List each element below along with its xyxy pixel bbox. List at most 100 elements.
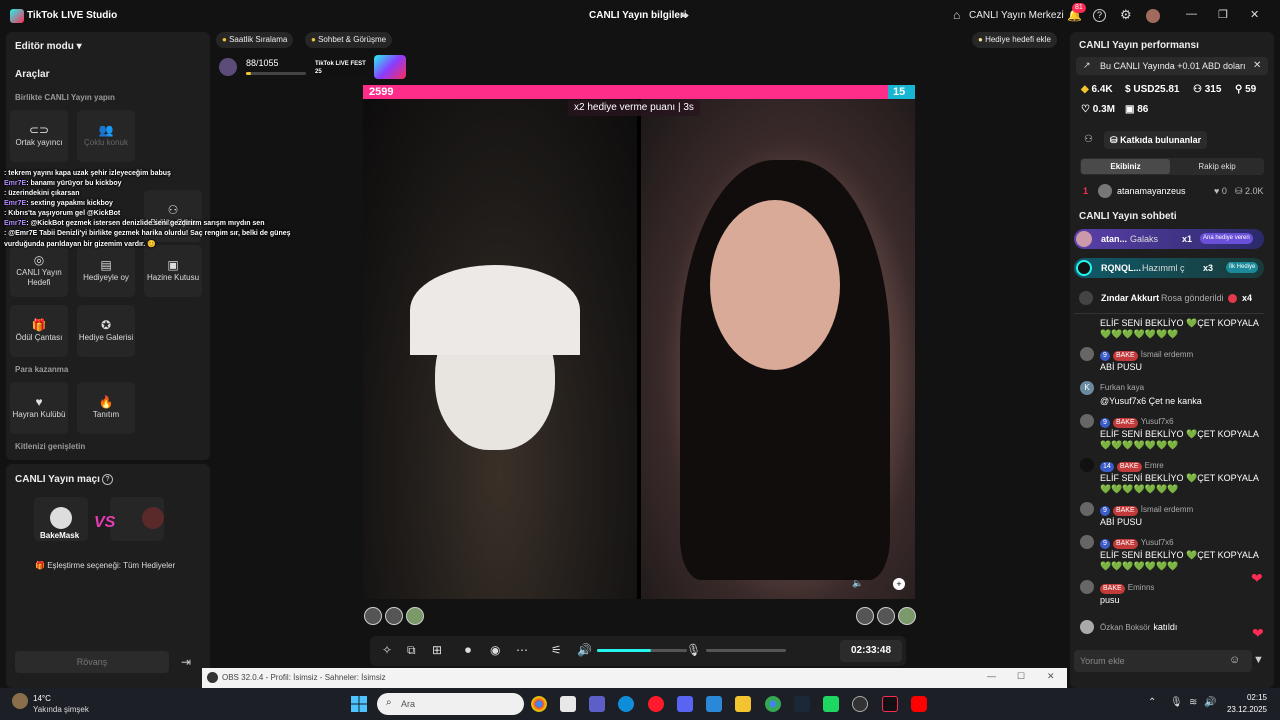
filter-icon[interactable]: ▼ bbox=[1253, 654, 1264, 666]
store-icon[interactable] bbox=[560, 696, 576, 712]
minimize-icon[interactable]: — bbox=[1186, 8, 1197, 20]
contributors-button[interactable]: ⛁ Katkıda bulunanlar bbox=[1104, 131, 1208, 149]
microphone-icon[interactable]: 🎙 bbox=[1170, 697, 1183, 708]
more-icon[interactable]: ⋯ bbox=[516, 643, 528, 657]
avatar[interactable] bbox=[1080, 580, 1094, 594]
close-icon[interactable]: ✕ bbox=[1047, 671, 1055, 682]
exit-icon[interactable]: ⇥ bbox=[181, 655, 191, 669]
emoji-icon[interactable]: ☺ bbox=[1229, 654, 1240, 666]
youtube-icon[interactable] bbox=[911, 696, 927, 712]
participant-avatar[interactable] bbox=[898, 607, 916, 625]
microphone-icon[interactable]: 🎙 bbox=[686, 643, 701, 657]
live-info-title[interactable]: CANLI Yayın bilgileri bbox=[589, 10, 687, 21]
minimize-icon[interactable]: — bbox=[987, 671, 996, 681]
wifi-icon[interactable]: ≋ bbox=[1189, 697, 1197, 708]
clock-time[interactable]: 02:15 bbox=[1219, 693, 1267, 702]
share-icon[interactable]: ➦ bbox=[680, 9, 689, 22]
gift-goal-button[interactable]: ● Hediye hedefi ekle bbox=[972, 32, 1057, 48]
gift-notification[interactable]: Zındar Akkurt Rosa gönderildi x4 bbox=[1074, 288, 1264, 308]
mail-icon[interactable] bbox=[706, 696, 722, 712]
gift-notification[interactable]: atan... Galaks x1 Ana hediye veren bbox=[1074, 229, 1264, 249]
avatar[interactable] bbox=[1080, 414, 1094, 428]
mic-slider[interactable] bbox=[706, 649, 786, 652]
layout-icon[interactable]: ⧉ bbox=[407, 643, 416, 658]
windows-start-icon[interactable] bbox=[351, 696, 367, 712]
tiktok-icon[interactable] bbox=[882, 696, 898, 712]
tab-your-team[interactable]: Ekibiniz bbox=[1081, 159, 1170, 174]
avatar[interactable] bbox=[1080, 535, 1094, 549]
treasure-box-button[interactable]: ▣ Hazine Kutusu bbox=[144, 245, 202, 297]
rank-row[interactable]: 1 atanamayanzeus ♥ 0 ⛁ 2.0K bbox=[1076, 183, 1268, 199]
chevron-up-icon[interactable]: ⌃ bbox=[1148, 697, 1156, 708]
rematch-button[interactable]: Rövanş bbox=[15, 651, 169, 673]
help-icon[interactable]: ? bbox=[1093, 9, 1106, 22]
settings-sliders-icon[interactable]: ⚟ bbox=[551, 643, 562, 657]
discord-icon[interactable] bbox=[677, 696, 693, 712]
chat-meet-pill[interactable]: ● Sohbet & Görüşme bbox=[305, 32, 393, 48]
participant-avatar[interactable] bbox=[856, 607, 874, 625]
magic-wand-icon[interactable]: ✧ bbox=[382, 643, 392, 657]
gift-notification[interactable]: RQNQL... Hazımml ç x3 İlk Hediye bbox=[1074, 258, 1264, 278]
avatar bbox=[1076, 231, 1092, 247]
heart-icon: ❤ bbox=[1251, 570, 1263, 586]
taskbar-search[interactable]: Ara bbox=[377, 693, 524, 715]
speaker-icon[interactable]: 🔈 bbox=[852, 578, 863, 589]
avatar[interactable] bbox=[1146, 9, 1160, 23]
close-icon[interactable]: ✕ bbox=[1253, 60, 1261, 71]
steam-icon[interactable] bbox=[794, 696, 810, 712]
cohost-button[interactable]: ⊂⊃ Ortak yayıncı bbox=[10, 110, 68, 162]
gift-gallery-button[interactable]: ✪ Hediye Galerisi bbox=[77, 305, 135, 357]
promo-button[interactable]: 🔥 Tanıtım bbox=[77, 382, 135, 434]
hourly-rank-pill[interactable]: ● Saatlik Sıralama bbox=[216, 32, 294, 48]
maximize-icon[interactable]: ❐ bbox=[1218, 8, 1228, 21]
weather-icon[interactable] bbox=[12, 693, 28, 709]
gift-vote-button[interactable]: ▤ Hediyeyle oy bbox=[77, 245, 135, 297]
avatar[interactable] bbox=[1080, 347, 1094, 361]
volume-icon[interactable]: 🔊 bbox=[1204, 697, 1216, 708]
heart-icon: ♡ bbox=[1081, 104, 1090, 115]
clock-date[interactable]: 23.12.2025 bbox=[1219, 705, 1267, 714]
editor-mode-dropdown[interactable]: Editör modu ▾ bbox=[15, 41, 82, 52]
fan-club-button[interactable]: ♥ Hayran Kulübü bbox=[10, 382, 68, 434]
record-icon[interactable]: ⏺ bbox=[465, 643, 471, 658]
home-icon[interactable]: ⌂ bbox=[953, 8, 960, 22]
scene-icon[interactable]: ⊞ bbox=[432, 643, 442, 657]
live-center-link[interactable]: CANLI Yayın Merkezi bbox=[969, 10, 1064, 21]
edge-icon[interactable] bbox=[618, 696, 634, 712]
level-badge: 9 bbox=[1100, 351, 1110, 361]
help-icon[interactable]: ? bbox=[102, 474, 113, 485]
live-goal-label: CANLI Yayın Hedefi bbox=[16, 267, 62, 287]
participant-avatar[interactable] bbox=[877, 607, 895, 625]
fan-badge: BAKE bbox=[1116, 462, 1142, 472]
avatar[interactable]: K bbox=[1080, 381, 1094, 395]
close-icon[interactable]: ✕ bbox=[1250, 8, 1259, 21]
speaker-icon[interactable]: 🔊 bbox=[577, 643, 592, 657]
event-mascot-icon[interactable] bbox=[374, 55, 406, 79]
event-badge[interactable]: TikTok LIVE FEST 25 bbox=[315, 60, 367, 76]
reward-bag-button[interactable]: 🎁 Ödül Çantası bbox=[10, 305, 68, 357]
avatar[interactable] bbox=[1080, 458, 1094, 472]
search-icon: ⌕ bbox=[386, 697, 392, 708]
opera-icon[interactable] bbox=[648, 696, 664, 712]
teams-icon[interactable] bbox=[589, 696, 605, 712]
folder-icon[interactable] bbox=[735, 696, 751, 712]
tab-rival-team[interactable]: Rakip ekip bbox=[1172, 159, 1262, 174]
app-icon[interactable] bbox=[823, 696, 839, 712]
multiguest-button[interactable]: 👥 Çoklu konuk bbox=[77, 110, 135, 162]
total-stat: ♡ 0.3M bbox=[1081, 104, 1115, 115]
comment-input[interactable]: Yorum ekle bbox=[1074, 650, 1252, 672]
participant-avatar[interactable] bbox=[364, 607, 382, 625]
obs-icon[interactable] bbox=[852, 696, 868, 712]
avatar[interactable] bbox=[1080, 502, 1094, 516]
chrome-icon[interactable] bbox=[765, 696, 781, 712]
live-goal-button[interactable]: ◎ CANLI Yayın Hedefi bbox=[10, 245, 68, 297]
avatar[interactable] bbox=[1080, 620, 1094, 634]
maximize-icon[interactable]: ☐ bbox=[1017, 671, 1025, 682]
gear-icon[interactable]: ⚙ bbox=[1120, 7, 1132, 23]
chrome-icon[interactable] bbox=[531, 696, 547, 712]
participant-avatar[interactable] bbox=[385, 607, 403, 625]
pairing-option[interactable]: 🎁 Eşleştirme seçeneği: Tüm Hediyeler bbox=[35, 561, 175, 570]
camera-icon[interactable]: ◉ bbox=[490, 643, 500, 657]
participant-avatar[interactable] bbox=[406, 607, 424, 625]
add-icon[interactable]: + bbox=[893, 578, 905, 590]
